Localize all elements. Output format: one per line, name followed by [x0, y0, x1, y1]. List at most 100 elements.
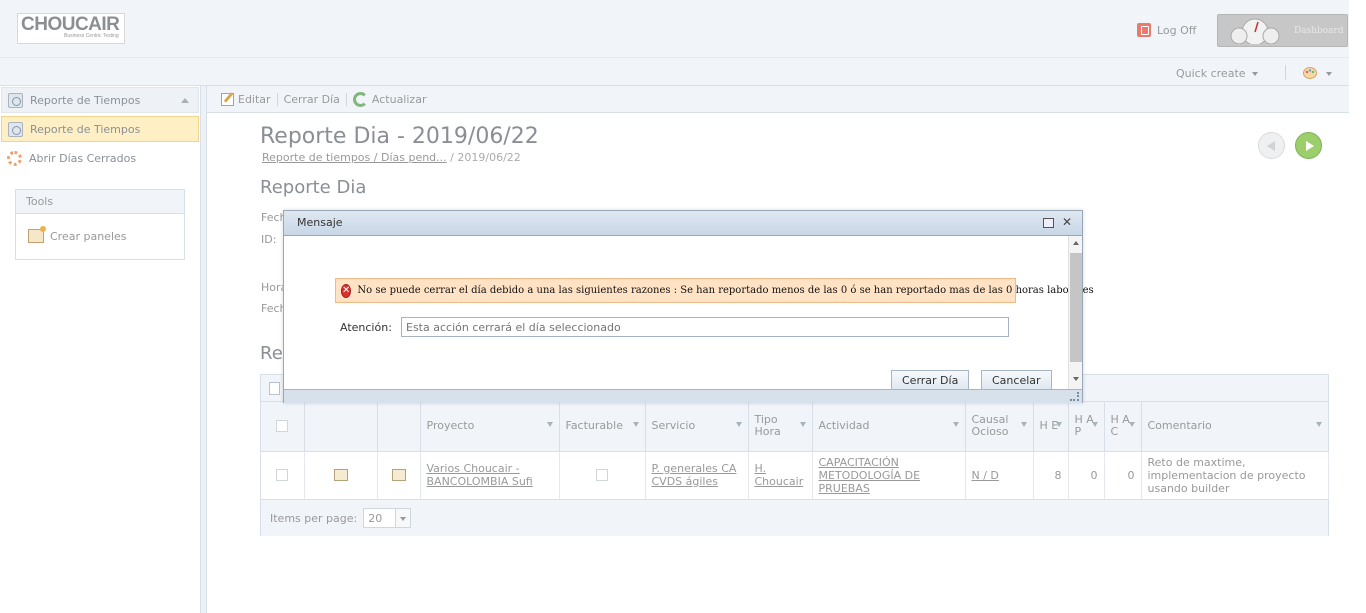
- divider: [1285, 65, 1286, 80]
- sidebar-item-abrir-dias[interactable]: Abrir Días Cerrados: [1, 145, 199, 171]
- column-label: Causal Ocioso: [971, 413, 1009, 439]
- chevron-down-icon: [1251, 71, 1258, 76]
- select-all-header[interactable]: [261, 402, 305, 452]
- close-day-button[interactable]: Cerrar Día: [278, 93, 346, 106]
- filter-icon[interactable]: [799, 422, 806, 427]
- column-header-facturable[interactable]: Facturable: [559, 402, 646, 452]
- scroll-thumb[interactable]: [1070, 253, 1082, 362]
- cancel-button[interactable]: Cancelar: [981, 370, 1052, 390]
- filter-icon[interactable]: [1128, 422, 1135, 427]
- logoff-icon: [1137, 23, 1151, 37]
- page-title: Reporte Dia - 2019/06/22: [260, 124, 539, 149]
- attention-label: Atención:: [340, 321, 392, 334]
- app-header: CHOUCAIR Business Centric Testing Log Of…: [0, 0, 1349, 58]
- palette-icon[interactable]: [1303, 67, 1317, 79]
- column-header-tipo-hora[interactable]: Tipo Hora: [748, 402, 813, 452]
- theme-chevron-down-icon[interactable]: [1326, 72, 1332, 76]
- column-header-comentario[interactable]: Comentario: [1141, 402, 1329, 452]
- resize-grip-icon[interactable]: [1070, 392, 1079, 401]
- main-toolbar: Editar Cerrar Día Actualizar: [207, 86, 1349, 113]
- row-checkbox[interactable]: [276, 469, 289, 481]
- row-actions-cell[interactable]: [304, 451, 378, 500]
- column-label: Tipo Hora: [754, 413, 781, 439]
- refresh-button[interactable]: Actualizar: [347, 91, 433, 107]
- maximize-icon[interactable]: [1043, 218, 1054, 228]
- chevron-down-icon[interactable]: [400, 517, 407, 521]
- choucair-logo[interactable]: CHOUCAIR Business Centric Testing: [17, 13, 125, 44]
- column-header-hap[interactable]: H A P: [1068, 402, 1105, 452]
- breadcrumb-current: / 2019/06/22: [446, 151, 521, 164]
- scroll-down-icon[interactable]: [1073, 377, 1079, 381]
- dashboard-button[interactable]: Dashboard: [1217, 14, 1348, 47]
- section-title: Reporte Dia: [260, 177, 367, 198]
- dialog-titlebar[interactable]: Mensaje ✕: [284, 211, 1082, 236]
- sidebar-item-label: Abrir Días Cerrados: [29, 151, 137, 165]
- edit-icon[interactable]: [391, 469, 406, 481]
- tipo-hora-link[interactable]: H. Choucair: [755, 462, 804, 488]
- sidebar-item-label: Reporte de Tiempos: [30, 122, 141, 136]
- column-label: Comentario: [1147, 419, 1212, 433]
- breadcrumb-link[interactable]: Reporte de tiempos / Días pend...: [262, 151, 447, 164]
- gear-icon: [7, 150, 22, 166]
- proyecto-link[interactable]: Varios Choucair - BANCOLOMBIA Sufi: [427, 462, 533, 488]
- column-label: Servicio: [651, 419, 696, 433]
- scroll-up-icon[interactable]: [1073, 241, 1079, 245]
- filter-icon[interactable]: [735, 422, 742, 427]
- dialog-scrollbar[interactable]: [1068, 236, 1082, 389]
- dialog-footer: [284, 389, 1082, 403]
- sidebar-section-header[interactable]: Reporte de Tiempos: [1, 87, 199, 113]
- causal-link[interactable]: N / D: [972, 469, 999, 482]
- filter-icon[interactable]: [952, 422, 959, 427]
- column-header-actividad[interactable]: Actividad: [812, 402, 966, 452]
- table-row[interactable]: Varios Choucair - BANCOLOMBIA Sufi P. ge…: [261, 451, 1329, 500]
- sidebar-item-reporte-tiempos[interactable]: Reporte de Tiempos: [1, 116, 199, 142]
- column-header-he[interactable]: H E: [1033, 402, 1069, 452]
- attention-input[interactable]: [401, 317, 1009, 337]
- row-edit-cell[interactable]: [377, 451, 421, 500]
- grid-pager: Items per page: 20: [261, 499, 1328, 536]
- edit-label: Editar: [238, 92, 271, 106]
- facturable-cell: [559, 451, 646, 500]
- next-arrow-icon[interactable]: [1295, 132, 1322, 159]
- confirm-close-day-button[interactable]: Cerrar Día: [891, 370, 970, 390]
- filter-icon[interactable]: [632, 422, 639, 427]
- logo-subtitle: Business Centric Testing: [64, 33, 119, 39]
- column-header-hac[interactable]: H A C: [1104, 402, 1142, 452]
- filter-icon[interactable]: [1315, 422, 1322, 427]
- error-text: No se puede cerrar el día debido a una l…: [357, 285, 1094, 296]
- servicio-link[interactable]: P. generales CA CVDS ágiles: [652, 462, 737, 488]
- error-message: ✕ No se puede cerrar el día debido a una…: [335, 278, 1094, 303]
- tipo-hora-cell: H. Choucair: [748, 451, 813, 500]
- select-all-checkbox[interactable]: [276, 420, 289, 433]
- quick-create-menu[interactable]: Quick create: [1176, 67, 1258, 80]
- filter-icon[interactable]: [546, 422, 553, 427]
- grid-table: Proyecto Facturable Servicio Tipo Hora A…: [261, 402, 1329, 500]
- filter-icon[interactable]: [1055, 422, 1062, 427]
- column-header-servicio[interactable]: Servicio: [645, 402, 749, 452]
- edit-button[interactable]: Editar: [215, 92, 277, 106]
- chevron-up-icon[interactable]: [181, 98, 189, 103]
- dialog-title: Mensaje: [297, 216, 343, 229]
- column-label: Proyecto: [426, 419, 475, 433]
- column-label: Facturable: [565, 419, 623, 433]
- refresh-label: Actualizar: [371, 92, 427, 106]
- filter-icon[interactable]: [1020, 422, 1027, 427]
- page-size-select[interactable]: 20: [363, 508, 412, 528]
- refresh-icon: [352, 91, 368, 107]
- row-select-cell[interactable]: [261, 451, 305, 500]
- edit-note-icon[interactable]: [333, 469, 348, 481]
- page-size-value: 20: [368, 512, 383, 525]
- crear-paneles-link[interactable]: Crear paneles: [28, 226, 127, 243]
- previous-arrow-icon[interactable]: [1258, 132, 1285, 159]
- sidebar-splitter[interactable]: [201, 86, 207, 613]
- new-record-icon[interactable]: [269, 382, 280, 395]
- column-header-causal[interactable]: Causal Ocioso: [965, 402, 1034, 452]
- servicio-cell: P. generales CA CVDS ágiles: [645, 451, 749, 500]
- column-header-proyecto[interactable]: Proyecto: [420, 402, 560, 452]
- sidebar: Reporte de Tiempos Reporte de Tiempos Ab…: [0, 86, 201, 613]
- actividad-link[interactable]: CAPACITACIÓN METODOLOGÍA DE PRUEBAS: [819, 456, 921, 495]
- column-header: [377, 402, 421, 452]
- filter-icon[interactable]: [1091, 422, 1098, 427]
- logoff-link[interactable]: Log Off: [1137, 22, 1196, 38]
- close-icon[interactable]: ✕: [1062, 216, 1073, 228]
